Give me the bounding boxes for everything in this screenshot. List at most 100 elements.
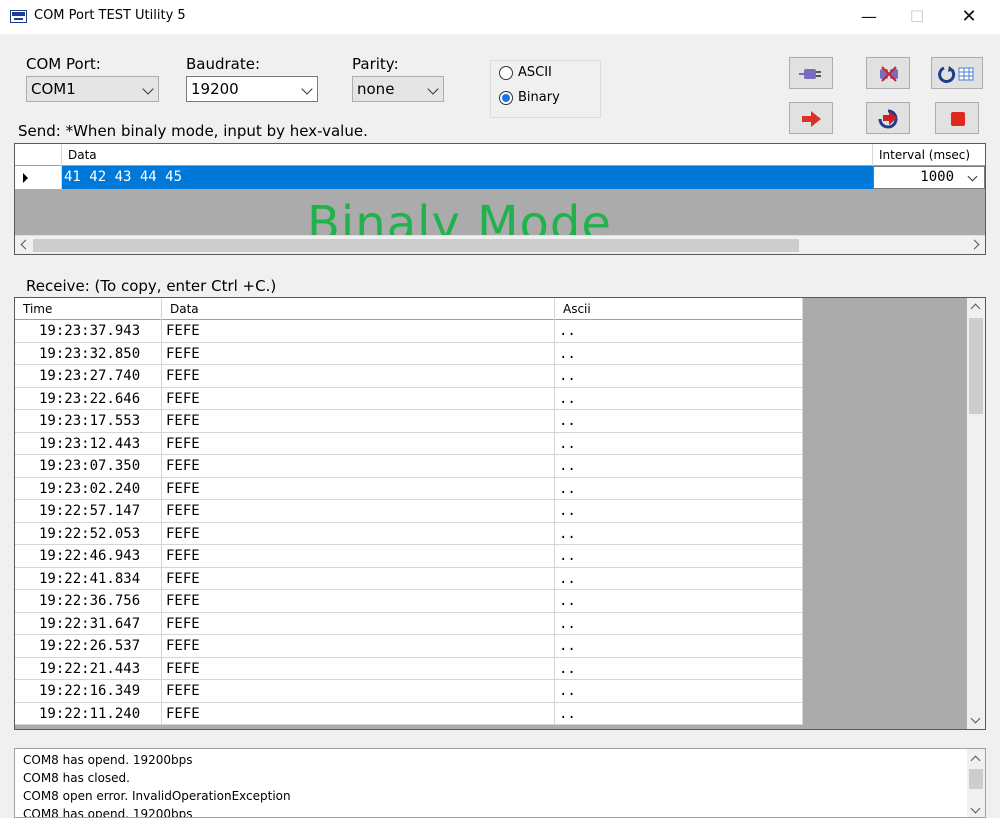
maximize-button[interactable]: ☐: [894, 0, 940, 34]
time-cell[interactable]: 19:22:41.834: [15, 567, 162, 590]
table-row[interactable]: 19:23:12.443 FEFE..: [15, 432, 803, 455]
time-cell[interactable]: 19:22:52.053: [15, 522, 162, 545]
data-cell[interactable]: FEFE: [162, 410, 555, 432]
ascii-cell[interactable]: ..: [555, 455, 803, 477]
ascii-cell[interactable]: ..: [555, 657, 803, 680]
time-cell[interactable]: 19:23:17.553: [15, 410, 162, 432]
scroll-up-icon[interactable]: [970, 303, 981, 314]
time-cell[interactable]: 19:23:07.350: [15, 455, 162, 477]
table-row[interactable]: 19:22:16.349 FEFE..: [15, 680, 803, 703]
log-box[interactable]: COM8 has opend. 19200bps COM8 has closed…: [14, 748, 986, 818]
ascii-cell[interactable]: ..: [555, 567, 803, 590]
data-cell[interactable]: FEFE: [162, 477, 555, 500]
ascii-cell[interactable]: ..: [555, 635, 803, 657]
time-cell[interactable]: 19:22:21.443: [15, 657, 162, 680]
data-cell[interactable]: FEFE: [162, 590, 555, 612]
parity-select[interactable]: none: [352, 76, 444, 102]
table-row[interactable]: 19:22:57.147 FEFE..: [15, 500, 803, 523]
time-cell[interactable]: 19:23:27.740: [15, 365, 162, 387]
repeat-send-button[interactable]: [866, 102, 910, 134]
time-cell[interactable]: 19:23:02.240: [15, 477, 162, 500]
scroll-right-icon[interactable]: [969, 239, 980, 250]
ascii-cell[interactable]: ..: [555, 477, 803, 500]
data-cell[interactable]: FEFE: [162, 387, 555, 410]
data-cell[interactable]: FEFE: [162, 342, 555, 365]
time-cell[interactable]: 19:22:16.349: [15, 680, 162, 702]
data-cell[interactable]: FEFE: [162, 320, 555, 342]
table-row[interactable]: 19:22:31.647 FEFE..: [15, 612, 803, 635]
send-row[interactable]: 41 42 43 44 45 1000: [15, 166, 985, 189]
ascii-cell[interactable]: ..: [555, 365, 803, 387]
table-row[interactable]: 19:22:46.943 FEFE..: [15, 545, 803, 568]
send-horizontal-scrollbar[interactable]: [15, 235, 985, 254]
table-row[interactable]: 19:23:22.646 FEFE..: [15, 387, 803, 410]
table-row[interactable]: 19:22:52.053 FEFE..: [15, 522, 803, 545]
scroll-down-icon[interactable]: [970, 713, 981, 724]
time-cell[interactable]: 19:22:36.756: [15, 590, 162, 612]
log-vertical-scrollbar[interactable]: [967, 749, 985, 817]
binary-radio-label[interactable]: Binary: [518, 90, 560, 105]
data-cell[interactable]: FEFE: [162, 455, 555, 477]
data-cell[interactable]: FEFE: [162, 522, 555, 545]
table-row[interactable]: 19:22:36.756 FEFE..: [15, 590, 803, 613]
ascii-cell[interactable]: ..: [555, 702, 803, 725]
ascii-cell[interactable]: ..: [555, 320, 803, 342]
scroll-down-icon[interactable]: [970, 803, 981, 814]
close-button[interactable]: ✕: [946, 0, 992, 34]
ascii-cell[interactable]: ..: [555, 522, 803, 545]
scroll-up-icon[interactable]: [970, 755, 981, 766]
scroll-left-icon[interactable]: [20, 239, 31, 250]
table-row[interactable]: 19:23:27.740 FEFE..: [15, 365, 803, 388]
interval-select[interactable]: 1000: [873, 166, 985, 189]
receive-vertical-scrollbar[interactable]: [967, 298, 985, 729]
scroll-thumb[interactable]: [969, 318, 983, 414]
table-row[interactable]: 19:23:07.350 FEFE..: [15, 455, 803, 478]
ascii-cell[interactable]: ..: [555, 500, 803, 522]
data-cell[interactable]: FEFE: [162, 545, 555, 567]
scroll-thumb[interactable]: [969, 769, 983, 789]
ascii-cell[interactable]: ..: [555, 432, 803, 455]
binary-radio[interactable]: [499, 91, 513, 105]
table-row[interactable]: 19:22:21.443 FEFE..: [15, 657, 803, 680]
data-cell[interactable]: FEFE: [162, 657, 555, 680]
time-cell[interactable]: 19:22:57.147: [15, 500, 162, 522]
time-cell[interactable]: 19:23:12.443: [15, 432, 162, 455]
stop-button[interactable]: [935, 102, 979, 134]
com-port-select[interactable]: COM1: [26, 76, 159, 102]
ascii-cell[interactable]: ..: [555, 612, 803, 635]
data-cell[interactable]: FEFE: [162, 680, 555, 702]
ascii-radio-label[interactable]: ASCII: [518, 65, 552, 80]
data-cell[interactable]: FEFE: [162, 432, 555, 455]
connect-button[interactable]: [789, 57, 833, 89]
time-cell[interactable]: 19:22:26.537: [15, 635, 162, 657]
ascii-cell[interactable]: ..: [555, 342, 803, 365]
disconnect-button[interactable]: [866, 57, 910, 89]
scroll-thumb[interactable]: [33, 239, 799, 252]
data-cell[interactable]: FEFE: [162, 567, 555, 590]
table-row[interactable]: 19:23:17.553 FEFE..: [15, 410, 803, 433]
data-cell[interactable]: FEFE: [162, 365, 555, 387]
data-cell[interactable]: FEFE: [162, 635, 555, 657]
table-row[interactable]: 19:23:02.240 FEFE..: [15, 477, 803, 500]
time-cell[interactable]: 19:22:46.943: [15, 545, 162, 567]
send-data-cell[interactable]: 41 42 43 44 45: [62, 166, 873, 189]
table-row[interactable]: 19:23:32.850 FEFE..: [15, 342, 803, 365]
table-row[interactable]: 19:23:37.943 FEFE..: [15, 320, 803, 343]
time-cell[interactable]: 19:23:37.943: [15, 320, 162, 342]
table-row[interactable]: 19:22:11.240 FEFE..: [15, 702, 803, 725]
table-row[interactable]: 19:22:41.834 FEFE..: [15, 567, 803, 590]
data-cell[interactable]: FEFE: [162, 612, 555, 635]
ascii-cell[interactable]: ..: [555, 387, 803, 410]
ascii-radio[interactable]: [499, 66, 513, 80]
refresh-ports-button[interactable]: [931, 57, 983, 89]
table-row[interactable]: 19:22:26.537 FEFE..: [15, 635, 803, 658]
data-cell[interactable]: FEFE: [162, 500, 555, 522]
send-button[interactable]: [789, 102, 833, 134]
ascii-cell[interactable]: ..: [555, 680, 803, 702]
ascii-cell[interactable]: ..: [555, 590, 803, 612]
ascii-cell[interactable]: ..: [555, 545, 803, 567]
minimize-button[interactable]: —: [846, 0, 892, 34]
time-cell[interactable]: 19:22:11.240: [15, 702, 162, 725]
time-cell[interactable]: 19:23:22.646: [15, 387, 162, 410]
data-cell[interactable]: FEFE: [162, 702, 555, 725]
